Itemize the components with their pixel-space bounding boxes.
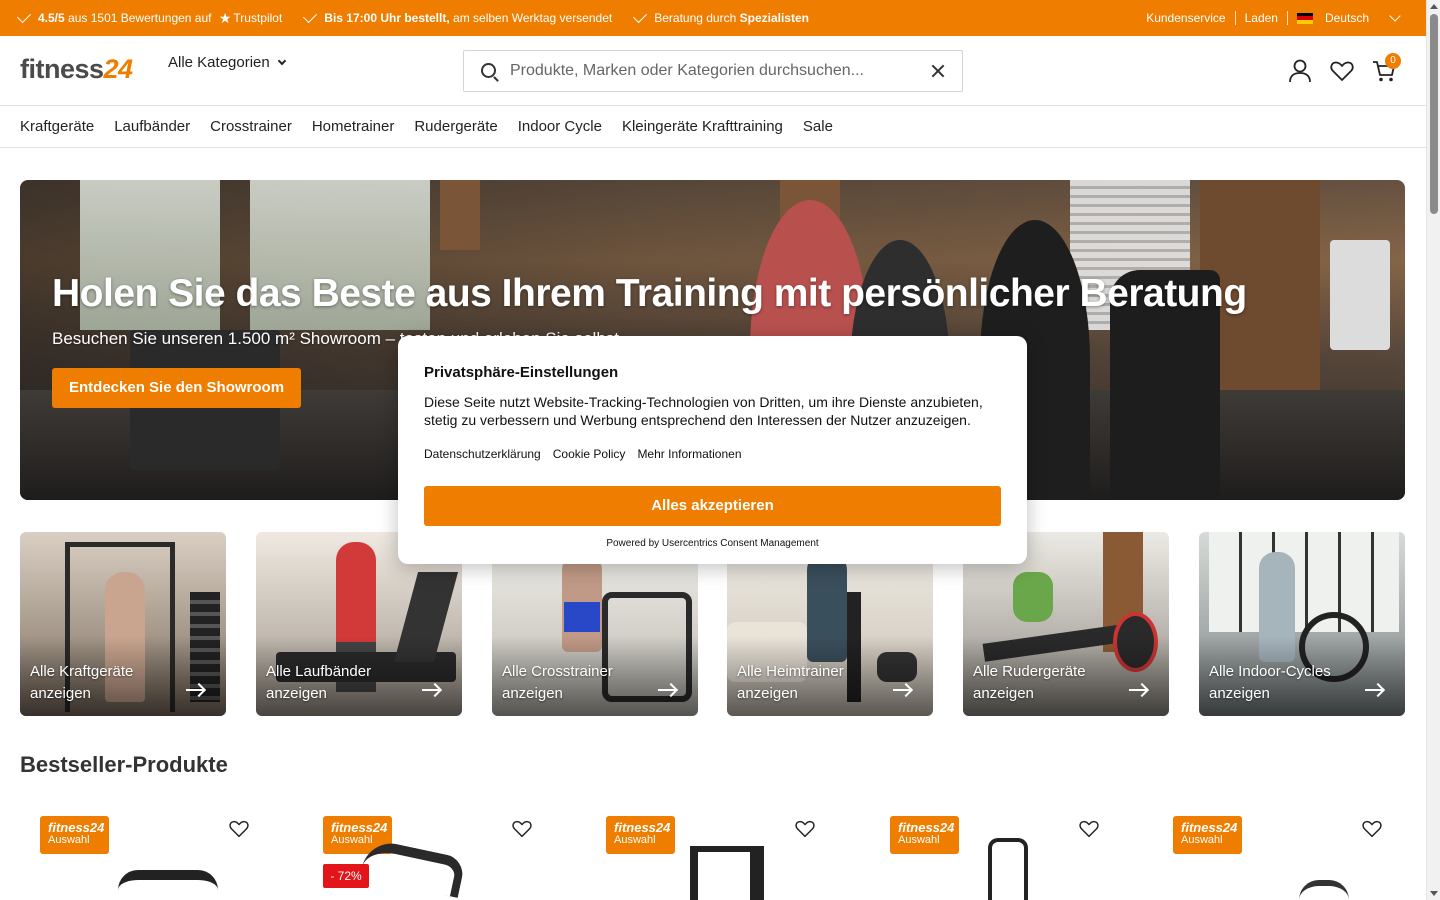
- bestseller-heading: Bestseller-Produkte: [20, 752, 228, 777]
- flag-de-icon: [1296, 12, 1313, 24]
- arrow-right-icon: [1129, 689, 1147, 691]
- product-card[interactable]: fitness24 Auswahl: [20, 810, 260, 900]
- check-icon: [16, 8, 32, 24]
- user-icon[interactable]: [1287, 58, 1313, 84]
- category-label: Alle Heimtrainer anzeigen: [737, 663, 844, 702]
- product-card[interactable]: fitness24 Auswahl: [870, 810, 1110, 900]
- heart-icon[interactable]: [511, 818, 533, 840]
- hero-title: Holen Sie das Beste aus Ihrem Training m…: [52, 272, 1247, 315]
- fitness24-badge: fitness24 Auswahl: [606, 816, 675, 854]
- category-label: Alle Kraftgeräte anzeigen: [30, 663, 134, 702]
- cart-count-badge: 0: [1385, 53, 1401, 69]
- category-label: Alle Crosstrainer anzeigen: [502, 663, 613, 702]
- product-image: [1299, 880, 1349, 900]
- usp-advice: Beratung durch Spezialisten: [633, 8, 809, 25]
- site-header: fitness24 Alle Kategorien: [0, 36, 1426, 106]
- category-label: Alle Laufbänder anzeigen: [266, 663, 372, 702]
- all-categories-dropdown[interactable]: Alle Kategorien: [168, 54, 286, 71]
- store-link[interactable]: Laden: [1234, 11, 1287, 25]
- fitness24-badge: fitness24 Auswahl: [1173, 816, 1242, 854]
- arrow-right-icon: [658, 689, 676, 691]
- nav-item-sale[interactable]: Sale: [803, 118, 833, 135]
- search-box: [463, 50, 963, 92]
- product-card[interactable]: fitness24 Auswahl: [586, 810, 826, 900]
- privacy-policy-link[interactable]: Datenschutzerklärung: [424, 447, 541, 461]
- nav-item-kraftgeraete[interactable]: Kraftgeräte: [20, 118, 94, 135]
- arrow-right-icon: [422, 689, 440, 691]
- check-icon: [633, 8, 648, 24]
- product-image: [690, 846, 764, 900]
- hero-poster: [1330, 240, 1390, 350]
- nav-item-hometrainer[interactable]: Hometrainer: [312, 118, 395, 135]
- logo[interactable]: fitness24: [20, 54, 133, 85]
- category-label: Alle Rudergeräte anzeigen: [973, 663, 1086, 702]
- search-icon[interactable]: [481, 63, 496, 78]
- heart-icon[interactable]: [1078, 818, 1100, 840]
- category-label: Alle Indoor-Cycles anzeigen: [1209, 663, 1331, 702]
- product-card[interactable]: fitness24 Auswahl: [1153, 810, 1393, 900]
- nav-item-rudergeraete[interactable]: Rudergeräte: [414, 118, 497, 135]
- heart-icon[interactable]: [1361, 818, 1383, 840]
- nav-item-crosstrainer[interactable]: Crosstrainer: [210, 118, 292, 135]
- consent-title: Privatsphäre-Einstellungen: [424, 364, 619, 381]
- consent-dialog: Privatsphäre-Einstellungen Diese Seite n…: [398, 336, 1027, 564]
- product-image: [359, 838, 467, 898]
- search-input[interactable]: [510, 59, 910, 83]
- arrow-right-icon: [1365, 689, 1383, 691]
- heart-icon[interactable]: [794, 818, 816, 840]
- main-nav: Kraftgeräte Laufbänder Crosstrainer Home…: [0, 106, 1426, 148]
- usp-shipping: Bis 17:00 Uhr bestellt, am selben Werkta…: [303, 8, 612, 25]
- accept-all-button[interactable]: Alles akzeptieren: [424, 486, 1001, 526]
- product-card[interactable]: fitness24 Auswahl - 72%: [303, 810, 543, 900]
- more-info-link[interactable]: Mehr Informationen: [637, 447, 741, 461]
- arrow-right-icon: [186, 689, 204, 691]
- nav-item-indoor-cycle[interactable]: Indoor Cycle: [518, 118, 602, 135]
- customer-service-link[interactable]: Kundenservice: [1137, 11, 1234, 25]
- check-icon: [303, 8, 318, 24]
- heart-icon[interactable]: [1329, 58, 1355, 84]
- fitness24-badge: fitness24 Auswahl: [40, 816, 109, 854]
- heart-icon[interactable]: [228, 818, 250, 840]
- nav-item-laufbaender[interactable]: Laufbänder: [114, 118, 190, 135]
- showroom-button[interactable]: Entdecken Sie den Showroom: [52, 368, 302, 408]
- chevron-down-icon: [1389, 9, 1401, 22]
- nav-item-kleingeraete[interactable]: Kleingeräte Krafttraining: [622, 118, 783, 135]
- arrow-right-icon: [893, 689, 911, 691]
- consent-text: Diese Seite nutzt Website-Tracking-Techn…: [424, 394, 983, 428]
- usp-rating[interactable]: 4.5/5 aus 1501 Bewertungen auf ★ Trustpil…: [16, 8, 282, 27]
- fitness24-badge: fitness24 Auswahl: [890, 816, 959, 854]
- consent-powered-by: Powered by Usercentrics Consent Manageme…: [606, 538, 819, 549]
- scrollbar-thumb[interactable]: [1430, 14, 1438, 214]
- cookie-policy-link[interactable]: Cookie Policy: [553, 447, 626, 461]
- star-icon: ★: [218, 9, 232, 26]
- product-image: [988, 838, 1028, 900]
- chevron-down-icon: [277, 56, 286, 65]
- category-tile-kraftgeraete[interactable]: Alle Kraftgeräte anzeigen: [20, 532, 226, 716]
- scroll-up-icon[interactable]: [1430, 4, 1438, 9]
- usp-bar: 4.5/5 aus 1501 Bewertungen auf ★ Trustpil…: [0, 0, 1426, 36]
- category-tile-indoor-cycles[interactable]: Alle Indoor-Cycles anzeigen: [1199, 532, 1405, 716]
- scroll-down-icon[interactable]: [1430, 891, 1438, 896]
- page-scrollbar[interactable]: [1426, 0, 1440, 900]
- product-image: [118, 870, 218, 900]
- clear-icon[interactable]: [930, 63, 946, 79]
- language-selector[interactable]: Deutsch: [1286, 9, 1408, 25]
